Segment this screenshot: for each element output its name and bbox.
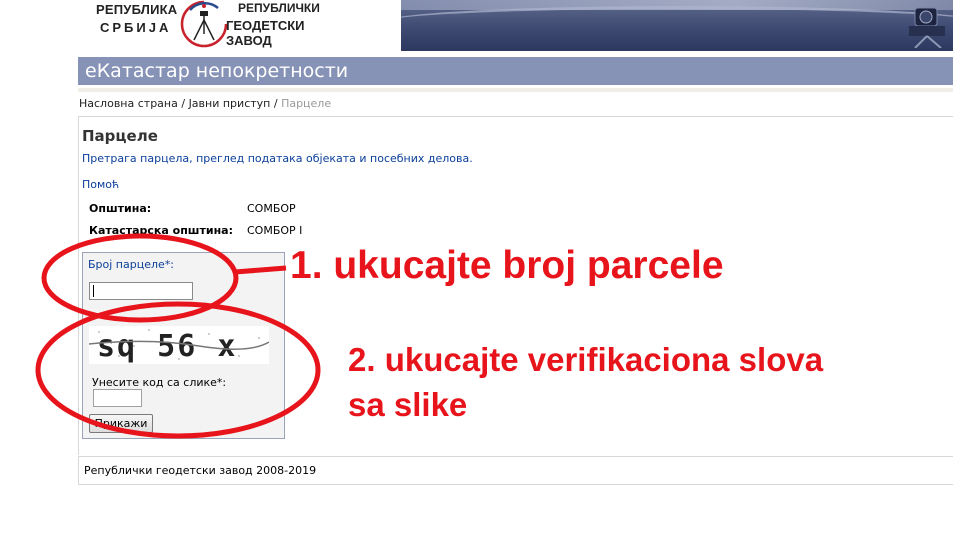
parcel-number-label: Број парцеле*: <box>88 258 174 271</box>
rgz-line1: РЕПУБЛИЧКИ <box>238 1 320 15</box>
captcha-code-label: Унесите код са слике*: <box>92 376 227 389</box>
footer-text: Републички геодетски завод 2008-2019 <box>84 464 317 477</box>
cadastral-municipality-value: СОМБОР I <box>247 224 303 237</box>
breadcrumb-separator: / <box>270 97 282 110</box>
captcha-image: sq 56 x <box>89 326 269 364</box>
breadcrumb-separator: / <box>177 97 189 110</box>
rgz-logo[interactable]: РЕПУБЛИЧКИ ГЕОДЕТСКИ ЗАВОД <box>214 0 344 48</box>
title-divider <box>78 88 953 92</box>
show-button[interactable]: Прикажи <box>89 414 153 433</box>
app-title-bar: еКатастар непокретности <box>78 57 953 85</box>
municipality-label: Општина: <box>89 202 152 215</box>
text-caret <box>93 285 94 297</box>
parcel-number-input[interactable] <box>89 282 193 300</box>
instrument-image-icon <box>909 7 945 48</box>
page-subtitle: Претрага парцела, преглед података објек… <box>82 152 473 165</box>
breadcrumb: Насловна страна / Јавни приступ / Парцел… <box>79 97 331 110</box>
logo-line1: РЕПУБЛИКА <box>96 2 178 17</box>
captcha-text: sq 56 x <box>97 329 237 364</box>
site-header: РЕПУБЛИКА СРБИЈА РЕПУБЛИЧКИ ГЕОДЕТСКИ ЗА… <box>78 0 953 51</box>
breadcrumb-home[interactable]: Насловна страна <box>79 97 178 110</box>
help-link[interactable]: Помоћ <box>82 178 119 191</box>
app-title: еКатастар непокретности <box>85 60 349 82</box>
breadcrumb-current: Парцеле <box>281 97 332 110</box>
cadastral-municipality-label: Катастарска општина: <box>89 224 233 237</box>
left-margin <box>0 0 78 536</box>
header-banner-image <box>401 0 953 51</box>
annotation-step1: 1. ukucajte broj parcele <box>290 244 724 287</box>
annotation-step2-line2: sa slike <box>348 386 468 423</box>
rgz-line2: ГЕОДЕТСКИ ЗАВОД <box>226 18 305 48</box>
municipality-value: СОМБОР <box>247 202 296 215</box>
republika-srbija-logo[interactable]: РЕПУБЛИКА СРБИЈА <box>96 0 178 40</box>
page-footer: Републички геодетски завод 2008-2019 <box>78 456 953 485</box>
logo-line2: СРБИЈА <box>100 20 172 35</box>
breadcrumb-public[interactable]: Јавни приступ <box>189 97 271 110</box>
page-title: Парцеле <box>82 127 158 145</box>
captcha-code-input[interactable] <box>93 389 142 407</box>
annotation-step2-line1: 2. ukucajte verifikaciona slova <box>348 341 824 378</box>
